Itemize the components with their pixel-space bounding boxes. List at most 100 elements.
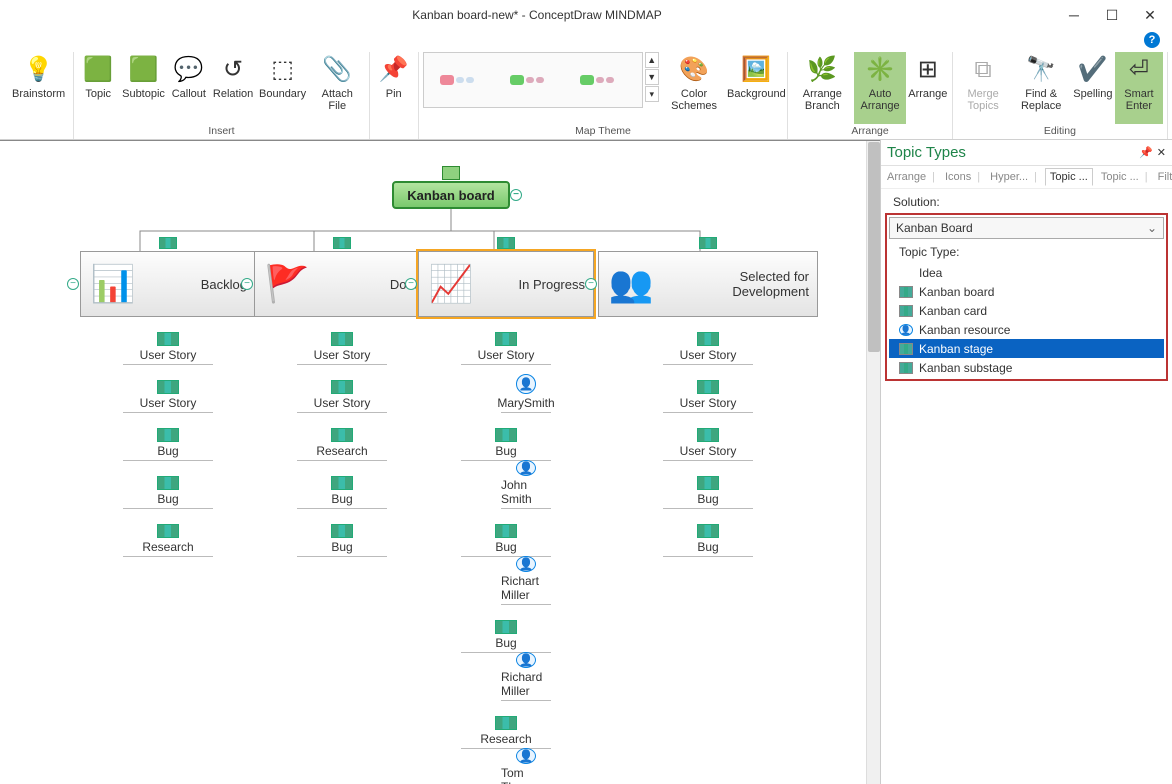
child-card[interactable]: User Story — [663, 317, 753, 365]
child-card[interactable]: User Story — [297, 365, 387, 413]
mindmap-canvas[interactable]: Kanban board − −📊BacklogUser StoryUser S… — [0, 140, 880, 784]
card-label: User Story — [478, 348, 535, 362]
card-label: Bug — [697, 492, 718, 506]
close-panel-icon[interactable]: ✕ — [1157, 146, 1166, 159]
gallery-more-button[interactable]: ▾ — [645, 86, 659, 102]
resource-card[interactable]: 👤 Richard Miller — [501, 653, 551, 701]
person-icon: 👤 — [516, 460, 536, 476]
stage-card[interactable]: −📊Backlog — [80, 251, 256, 317]
child-card[interactable]: Bug — [461, 509, 551, 557]
binoculars-icon: 🔭 — [1025, 54, 1057, 86]
tab-filter[interactable]: Filter — [1156, 169, 1172, 185]
stage-card[interactable]: −👥Selected for Development — [598, 251, 818, 317]
resource-label: Richard Miller — [501, 670, 551, 698]
topic-type-icon: 👤 — [899, 324, 913, 336]
brainstorm-button[interactable]: 💡 Brainstorm — [8, 52, 69, 124]
gallery-up-button[interactable]: ▲ — [645, 52, 659, 68]
tab-icons[interactable]: Icons — [943, 169, 982, 185]
minimize-button[interactable]: ─ — [1066, 7, 1082, 23]
tab-hyper[interactable]: Hyper... — [988, 169, 1039, 185]
person-icon: 👤 — [516, 556, 536, 572]
ribbon: 💡 Brainstorm 🟩Topic 🟩Subtopic 💬Callout ↺… — [0, 50, 1172, 140]
theme-gallery[interactable] — [423, 52, 643, 108]
pin-button[interactable]: 📌Pin — [374, 52, 414, 124]
root-node[interactable]: Kanban board − — [392, 181, 510, 209]
child-card[interactable]: Research — [123, 509, 213, 557]
resource-label: Richart Miller — [501, 574, 551, 602]
vertical-scrollbar[interactable] — [866, 141, 880, 784]
topic-type-item[interactable]: Kanban substage — [889, 358, 1164, 377]
tab-arrange[interactable]: Arrange — [885, 169, 937, 185]
child-card[interactable]: Bug — [297, 461, 387, 509]
topic-type-item[interactable]: Kanban stage — [889, 339, 1164, 358]
child-card[interactable]: Bug — [461, 413, 551, 461]
child-card[interactable]: Bug — [461, 605, 551, 653]
tab-topic2[interactable]: Topic ... — [1099, 169, 1150, 185]
child-card[interactable]: Research — [461, 701, 551, 749]
scrollbar-thumb[interactable] — [868, 142, 880, 352]
card-label: User Story — [314, 396, 371, 410]
solution-select[interactable]: Kanban Board — [889, 217, 1164, 239]
collapse-button[interactable]: − — [585, 278, 597, 290]
close-button[interactable]: ✕ — [1142, 7, 1158, 23]
child-card[interactable]: User Story — [663, 413, 753, 461]
arrange-button[interactable]: ⊞Arrange — [908, 52, 948, 124]
subtopic-button[interactable]: 🟩Subtopic — [120, 52, 167, 124]
card-icon — [697, 476, 719, 490]
child-card[interactable]: User Story — [297, 317, 387, 365]
boundary-button[interactable]: ⬚Boundary — [257, 52, 308, 124]
callout-button[interactable]: 💬Callout — [169, 52, 209, 124]
collapse-button[interactable]: − — [510, 189, 522, 201]
child-card[interactable]: Research — [297, 413, 387, 461]
smartenter-button[interactable]: ⏎Smart Enter — [1115, 52, 1163, 124]
topic-type-item[interactable]: Kanban board — [889, 282, 1164, 301]
card-icon — [697, 428, 719, 442]
resource-card[interactable]: 👤MarySmith — [501, 365, 551, 413]
child-card[interactable]: User Story — [663, 365, 753, 413]
topic-type-item[interactable]: Idea — [889, 263, 1164, 282]
stage-selected-for-development: −👥Selected for DevelopmentUser StoryUser… — [598, 251, 818, 557]
attachfile-button[interactable]: 📎Attach File — [310, 52, 365, 124]
stage-card[interactable]: −📈In Progress — [418, 251, 594, 317]
child-card[interactable]: User Story — [461, 317, 551, 365]
boundary-icon: ⬚ — [267, 54, 299, 86]
maximize-button[interactable]: ☐ — [1104, 7, 1120, 23]
collapse-button[interactable]: − — [241, 278, 253, 290]
child-card[interactable]: Bug — [663, 461, 753, 509]
topic-button[interactable]: 🟩Topic — [78, 52, 118, 124]
solution-label: Solution: — [885, 193, 1168, 213]
relation-icon: ↺ — [217, 54, 249, 86]
colorschemes-button[interactable]: 🎨Color Schemes — [661, 52, 728, 114]
child-card[interactable]: Bug — [123, 461, 213, 509]
topic-type-item[interactable]: 👤Kanban resource — [889, 320, 1164, 339]
stage-card[interactable]: −🚩Done — [254, 251, 430, 317]
help-icon[interactable]: ? — [1144, 32, 1160, 48]
gallery-down-button[interactable]: ▼ — [645, 69, 659, 85]
stage-handle-icon — [333, 237, 351, 249]
stage-done: −🚩DoneUser StoryUser StoryResearchBugBug — [254, 251, 430, 557]
child-card[interactable]: Bug — [123, 413, 213, 461]
callout-icon: 💬 — [173, 54, 205, 86]
child-card[interactable]: Bug — [663, 509, 753, 557]
collapse-button[interactable]: − — [67, 278, 79, 290]
pin-panel-icon[interactable]: 📌 — [1139, 146, 1153, 159]
spelling-button[interactable]: ✔️Spelling — [1073, 52, 1113, 124]
findreplace-button[interactable]: 🔭Find & Replace — [1011, 52, 1070, 124]
root-handle-icon — [442, 166, 460, 180]
topic-type-list: IdeaKanban boardKanban card👤Kanban resou… — [889, 263, 1164, 377]
person-icon: 👤 — [516, 652, 536, 668]
child-card[interactable]: Bug — [297, 509, 387, 557]
topic-type-item[interactable]: Kanban card — [889, 301, 1164, 320]
autoarrange-button[interactable]: ✳️Auto Arrange — [854, 52, 905, 124]
resource-card[interactable]: 👤 Richart Miller — [501, 557, 551, 605]
tab-topic-active[interactable]: Topic ... — [1045, 168, 1093, 186]
resource-card[interactable]: 👤John Smith — [501, 461, 551, 509]
title-bar: Kanban board-new* - ConceptDraw MINDMAP … — [0, 0, 1172, 30]
resource-card[interactable]: 👤Tom Thomson — [501, 749, 551, 784]
child-card[interactable]: User Story — [123, 317, 213, 365]
background-button[interactable]: 🖼️Background — [729, 52, 783, 102]
collapse-button[interactable]: − — [405, 278, 417, 290]
arrangebranch-button[interactable]: 🌿Arrange Branch — [792, 52, 852, 124]
child-card[interactable]: User Story — [123, 365, 213, 413]
relation-button[interactable]: ↺Relation — [211, 52, 255, 124]
